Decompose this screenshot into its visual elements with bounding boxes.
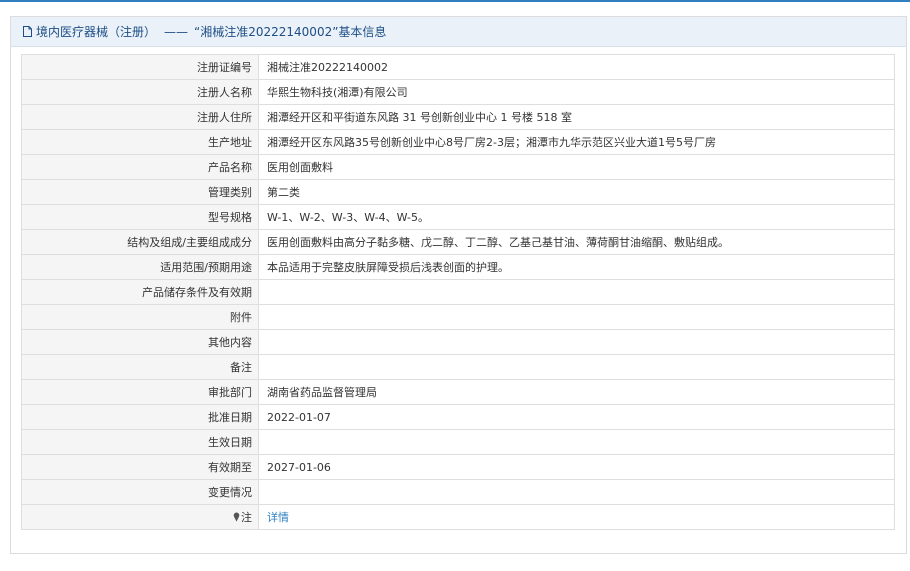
row-value: 湘潭经开区东风路35号创新创业中心8号厂房2-3层；湘潭市九华示范区兴业大道1号… [258,129,895,155]
row-label: 注册人名称 [21,79,259,105]
table-row: 注册人住所 湘潭经开区和平街道东风路 31 号创新创业中心 1 号楼 518 室 [21,104,895,130]
table-row: 审批部门 湖南省药品监督管理局 [21,379,895,405]
row-value [258,279,895,305]
row-label: 型号规格 [21,204,259,230]
row-label: 注册证编号 [21,54,259,80]
table-row: 管理类别 第二类 [21,179,895,205]
table-row: 适用范围/预期用途 本品适用于完整皮肤屏障受损后浅表创面的护理。 [21,254,895,280]
row-value [258,354,895,380]
row-value: 第二类 [258,179,895,205]
row-value [258,479,895,505]
table-row: 产品名称 医用创面敷料 [21,154,895,180]
row-value: 湘潭经开区和平街道东风路 31 号创新创业中心 1 号楼 518 室 [258,104,895,130]
row-label: 结构及组成/主要组成成分 [21,229,259,255]
row-value [258,429,895,455]
row-label: 备注 [21,354,259,380]
note-label: 注 [241,511,252,524]
details-link[interactable]: 详情 [267,511,289,524]
row-label: 变更情况 [21,479,259,505]
header-separator: —— [164,24,189,39]
row-value: 华熙生物科技(湘潭)有限公司 [258,79,895,105]
table-row: 备注 [21,354,895,380]
row-value: 2027-01-06 [258,454,895,480]
row-label: 批准日期 [21,404,259,430]
row-value [258,329,895,355]
table-row: 变更情况 [21,479,895,505]
row-value: 2022-01-07 [258,404,895,430]
info-table: 注册证编号 湘械注准20222140002 注册人名称 华熙生物科技(湘潭)有限公司… [21,54,895,530]
row-label: 其他内容 [21,329,259,355]
row-label: 附件 [21,304,259,330]
row-label: 注册人住所 [21,104,259,130]
table-row: 其他内容 [21,329,895,355]
header-category: 境内医疗器械（注册） [36,25,157,39]
row-value: 医用创面敷料 [258,154,895,180]
table-row: 附件 [21,304,895,330]
panel-header: 境内医疗器械（注册） —— “湘械注准20222140002”基本信息 [11,17,906,47]
row-label: 产品储存条件及有效期 [21,279,259,305]
row-label: 有效期至 [21,454,259,480]
note-value-cell: 详情 [258,504,895,530]
row-label: 审批部门 [21,379,259,405]
row-label: 适用范围/预期用途 [21,254,259,280]
table-row: 有效期至 2027-01-06 [21,454,895,480]
row-value: 湖南省药品监督管理局 [258,379,895,405]
row-label: 管理类别 [21,179,259,205]
row-value: 医用创面敷料由高分子黏多糖、戊二醇、丁二醇、乙基己基甘油、薄荷酮甘油缩酮、敷贴组… [258,229,895,255]
note-label-cell: 注 [21,504,259,530]
row-value: 本品适用于完整皮肤屏障受损后浅表创面的护理。 [258,254,895,280]
table-row: 生效日期 [21,429,895,455]
row-value [258,304,895,330]
table-row: 注册人名称 华熙生物科技(湘潭)有限公司 [21,79,895,105]
row-value: W-1、W-2、W-3、W-4、W-5。 [258,204,895,230]
header-title: “湘械注准20222140002”基本信息 [194,25,387,39]
top-accent-line [0,0,910,2]
table-row: 生产地址 湘潭经开区东风路35号创新创业中心8号厂房2-3层；湘潭市九华示范区兴业… [21,129,895,155]
row-value: 湘械注准20222140002 [258,54,895,80]
table-row: 产品储存条件及有效期 [21,279,895,305]
table-row: 型号规格 W-1、W-2、W-3、W-4、W-5。 [21,204,895,230]
table-row: 注册证编号 湘械注准20222140002 [21,54,895,80]
row-label: 生效日期 [21,429,259,455]
pin-icon [233,512,240,522]
row-label: 产品名称 [21,154,259,180]
table-row: 结构及组成/主要组成成分 医用创面敷料由高分子黏多糖、戊二醇、丁二醇、乙基己基甘油… [21,229,895,255]
row-label: 生产地址 [21,129,259,155]
table-row: 批准日期 2022-01-07 [21,404,895,430]
note-row: 注 详情 [21,504,895,530]
document-icon [23,26,32,37]
